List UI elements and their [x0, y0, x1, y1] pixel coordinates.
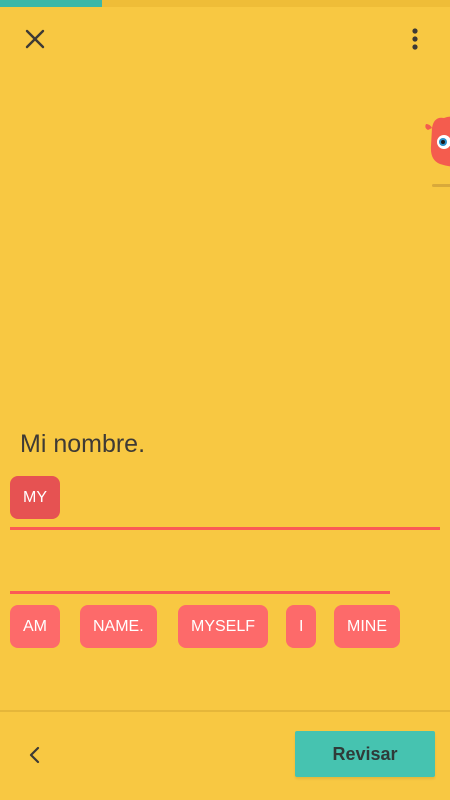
answer-chip-my[interactable]: MY — [10, 476, 60, 519]
close-icon — [25, 29, 45, 49]
more-vert-icon — [412, 28, 418, 50]
footer-divider — [0, 710, 450, 712]
mascot-character — [425, 116, 450, 187]
word-chip-name[interactable]: NAME. — [80, 605, 157, 648]
progress-bar — [0, 0, 450, 7]
word-chip-am[interactable]: AM — [10, 605, 60, 648]
check-button[interactable]: Revisar — [295, 731, 435, 777]
back-button[interactable] — [20, 740, 50, 770]
answer-line — [10, 527, 440, 530]
more-options-button[interactable] — [400, 24, 430, 54]
word-chip-mine[interactable]: MINE — [334, 605, 400, 648]
answer-line-2 — [10, 591, 390, 594]
lesson-screen: Mi nombre. MY AM NAME. MYSELF I MINE Rev… — [0, 0, 450, 800]
prompt-text: Mi nombre. — [20, 430, 146, 458]
word-chip-i[interactable]: I — [286, 605, 317, 648]
close-button[interactable] — [20, 24, 50, 54]
chevron-left-icon — [29, 746, 40, 764]
word-chip-myself[interactable]: MYSELF — [178, 605, 269, 648]
progress-fill — [0, 0, 103, 7]
